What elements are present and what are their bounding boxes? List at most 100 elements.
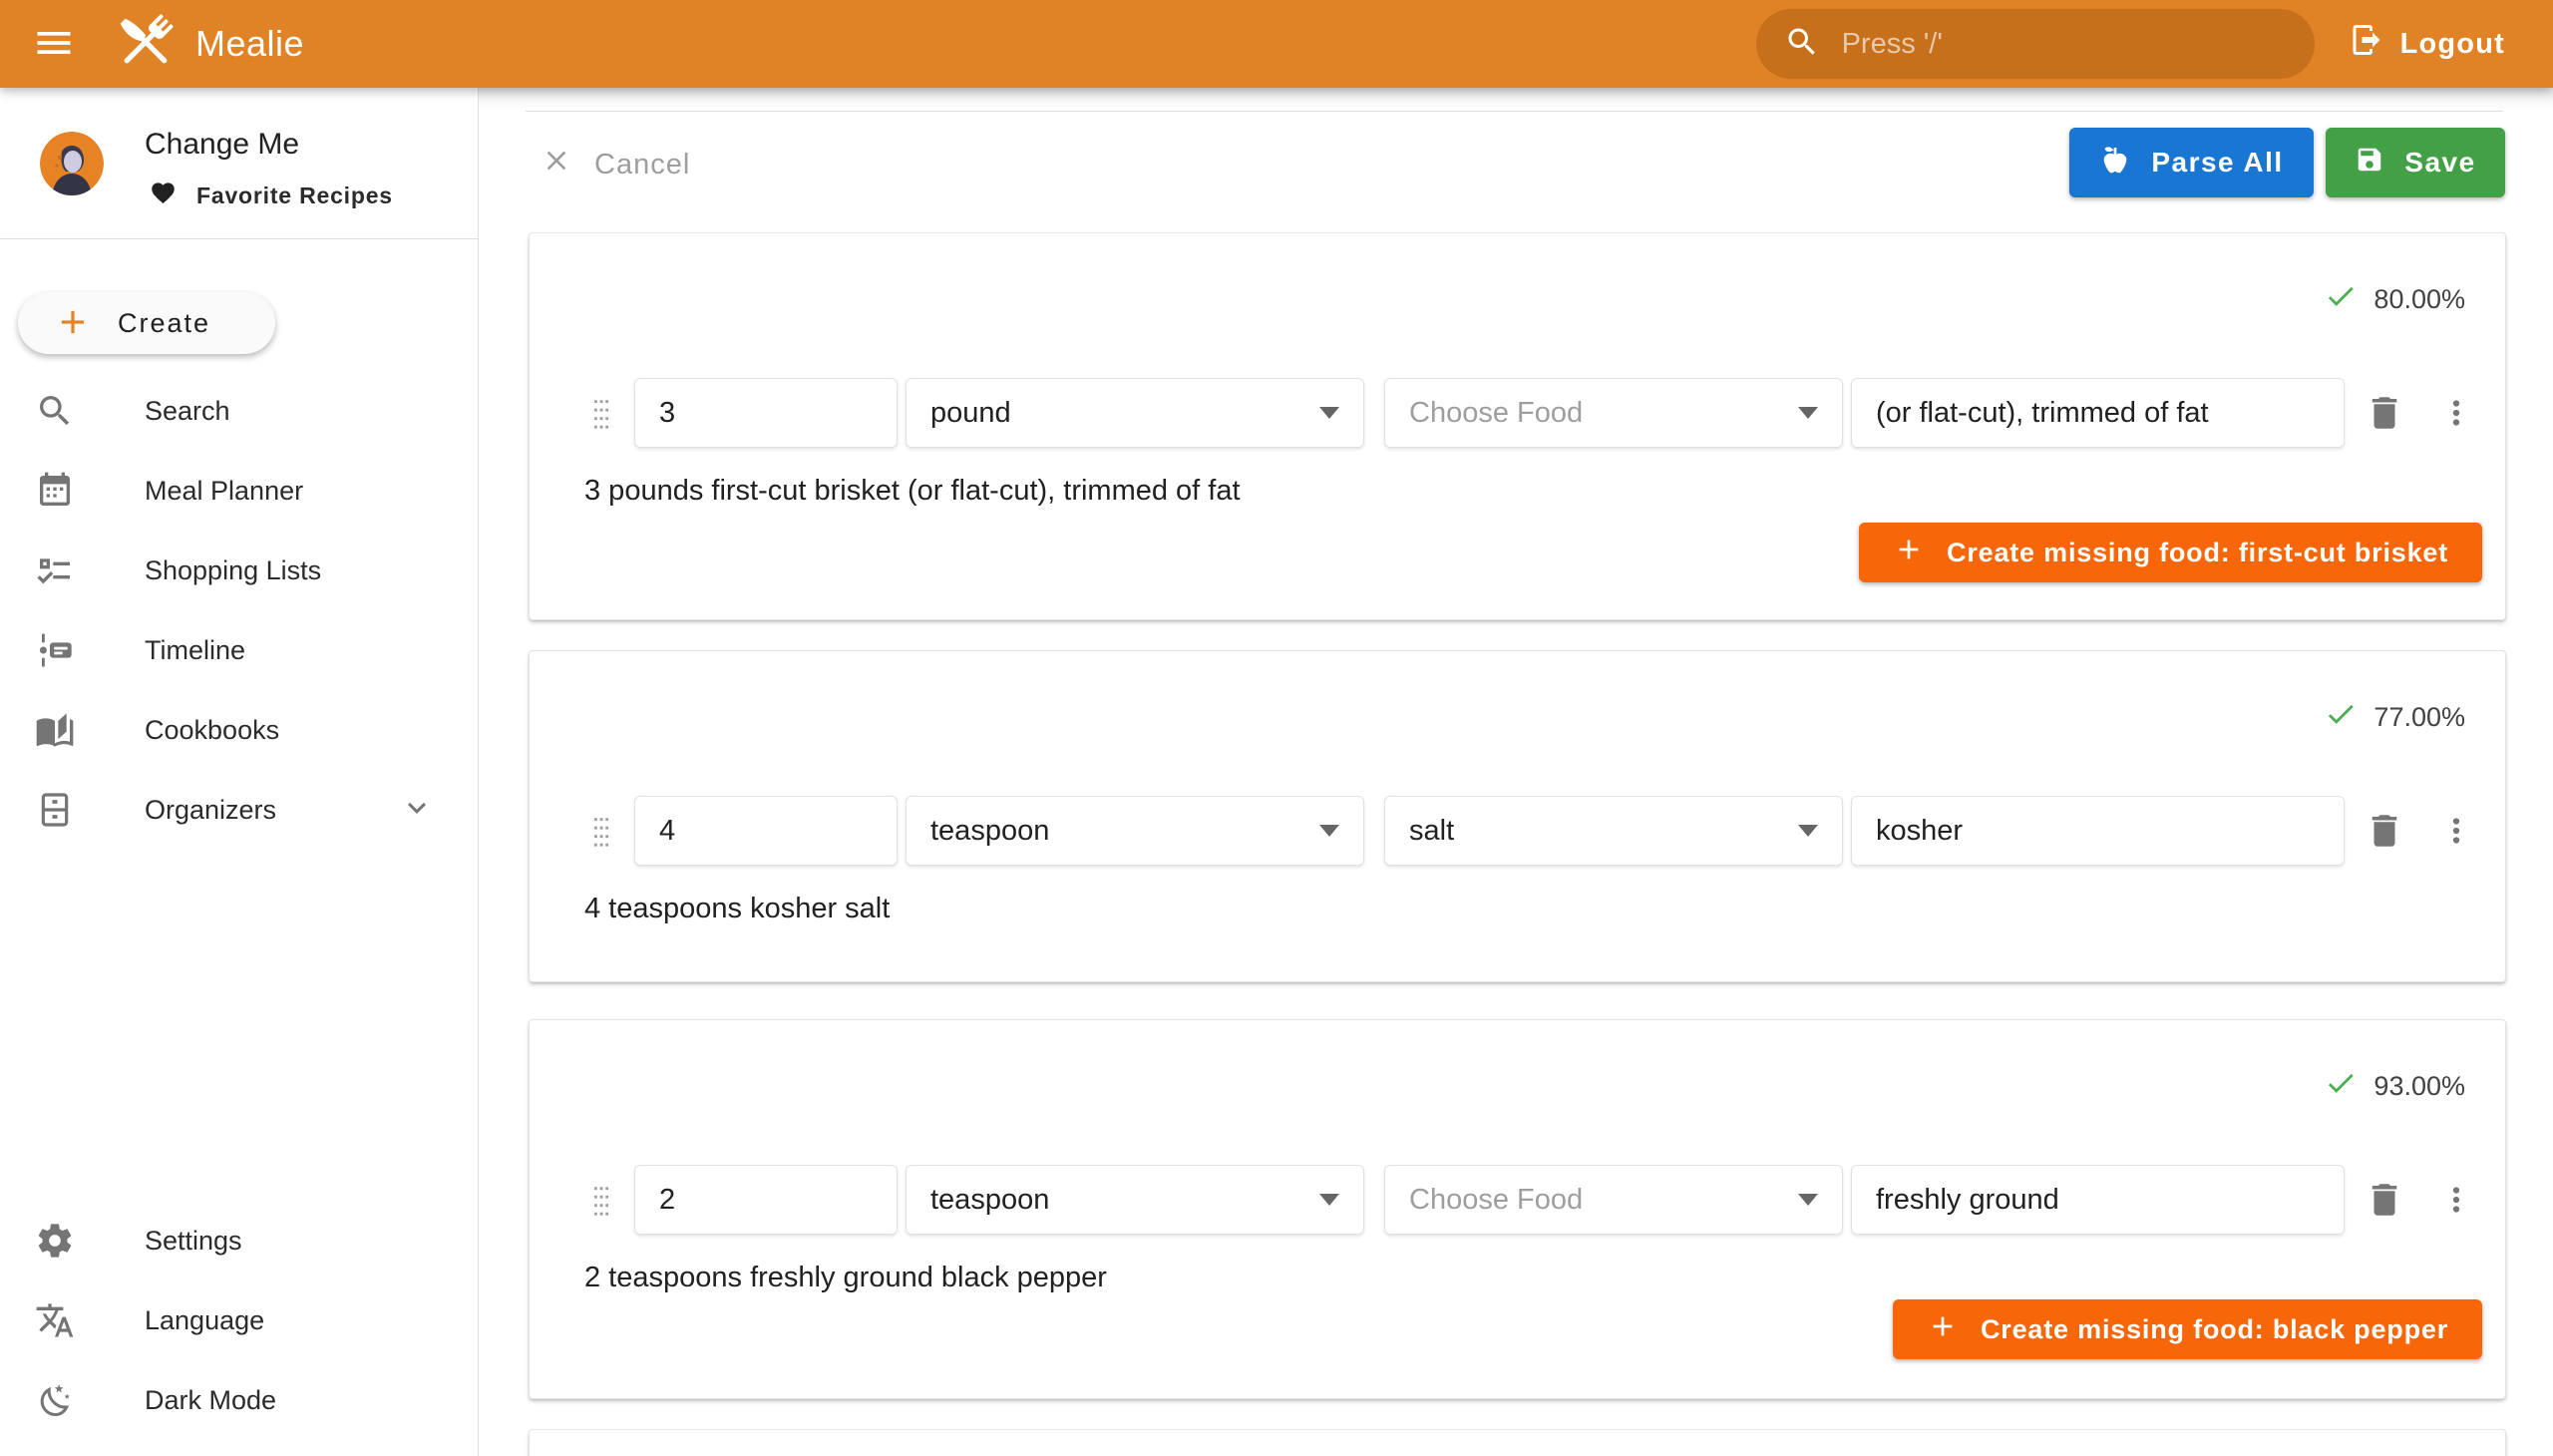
note-input[interactable] (1851, 1165, 2345, 1235)
food-select[interactable]: Choose Food (1384, 378, 1843, 448)
unit-select[interactable]: teaspoon (906, 1165, 1364, 1235)
sidebar-item-label: Cookbooks (145, 715, 279, 746)
logout-icon (2349, 22, 2384, 66)
original-ingredient-text: 3 pounds first-cut brisket (or flat-cut)… (584, 471, 1241, 511)
create-button[interactable]: Create (18, 292, 275, 354)
sidebar-item-settings[interactable]: Settings (0, 1201, 478, 1280)
mealie-logo[interactable] (110, 8, 182, 80)
confidence-value: 77.00% (2373, 702, 2465, 733)
delete-button[interactable] (2359, 807, 2410, 855)
drag-handle[interactable] (581, 391, 621, 435)
drag-handle[interactable] (581, 1178, 621, 1222)
note-input[interactable] (1851, 796, 2345, 866)
create-label: Create (118, 308, 210, 339)
food-placeholder: Choose Food (1409, 397, 1583, 430)
cabinet-icon (34, 789, 76, 831)
ingredient-fields-row: pound Choose Food (530, 378, 2505, 448)
sidebar-item-meal-planner[interactable]: Meal Planner (0, 451, 478, 531)
food-select[interactable]: Choose Food (1384, 1165, 1843, 1235)
sidebar-item-label: Search (145, 396, 230, 427)
sidebar-item-language[interactable]: Language (0, 1280, 478, 1360)
more-options-button[interactable] (2432, 809, 2480, 853)
dropdown-arrow-icon (1319, 1194, 1339, 1206)
avatar[interactable] (40, 132, 104, 195)
search-bar[interactable] (1756, 9, 2315, 79)
confidence-indicator: 80.00% (2324, 279, 2465, 319)
favorite-recipes-link[interactable]: Favorite Recipes (150, 180, 393, 211)
unit-select[interactable]: pound (906, 378, 1364, 448)
create-missing-food-label: Create missing food: first-cut brisket (1947, 538, 2448, 568)
sidebar-nav: Search Meal Planner Shopping Lists (0, 371, 478, 850)
quantity-input[interactable] (634, 378, 898, 448)
unit-value: teaspoon (930, 1184, 1049, 1217)
note-input[interactable] (1851, 378, 2345, 448)
app-title[interactable]: Mealie (195, 23, 304, 65)
app-window: Mealie Logout (0, 0, 2553, 1456)
food-select[interactable]: salt (1384, 796, 1843, 866)
parse-all-button[interactable]: Parse All (2069, 128, 2314, 197)
food-placeholder: Choose Food (1409, 1184, 1583, 1217)
sidebar-bottom-nav: Settings Language Dark Mode (0, 1201, 478, 1440)
dropdown-arrow-icon (1798, 825, 1818, 837)
logout-label: Logout (2400, 28, 2505, 61)
checklist-icon (34, 549, 76, 591)
main-content: Cancel Parse All Save 80.00% (479, 88, 2553, 1456)
timeline-icon (34, 629, 76, 671)
confidence-indicator: 77.00% (2324, 697, 2465, 737)
menu-button[interactable] (26, 16, 82, 72)
create-missing-food-button[interactable]: Create missing food: first-cut brisket (1859, 523, 2482, 582)
check-icon (2324, 1066, 2358, 1107)
save-label: Save (2404, 147, 2475, 179)
sidebar-item-shopping-lists[interactable]: Shopping Lists (0, 531, 478, 610)
more-options-button[interactable] (2432, 1178, 2480, 1222)
search-icon (34, 390, 76, 432)
ingredient-fields-row: teaspoon salt (530, 796, 2505, 866)
confidence-indicator: 93.00% (2324, 1066, 2465, 1106)
quantity-input[interactable] (634, 1165, 898, 1235)
delete-button[interactable] (2359, 389, 2410, 437)
moon-icon (34, 1379, 76, 1421)
logout-button[interactable]: Logout (2349, 22, 2505, 66)
silverware-icon (111, 7, 181, 82)
sidebar-item-cookbooks[interactable]: Cookbooks (0, 690, 478, 770)
create-missing-food-label: Create missing food: black pepper (1981, 1314, 2448, 1345)
quantity-input[interactable] (634, 796, 898, 866)
sidebar-item-label: Settings (145, 1226, 242, 1257)
original-ingredient-text: 4 teaspoons kosher salt (584, 889, 890, 928)
gear-icon (34, 1220, 76, 1262)
ingredient-card-partial (529, 1429, 2506, 1456)
sidebar-item-label: Timeline (145, 635, 245, 666)
sidebar-item-label: Shopping Lists (145, 555, 321, 586)
more-options-button[interactable] (2432, 391, 2480, 435)
user-section: Change Me Favorite Recipes (0, 88, 478, 239)
unit-value: teaspoon (930, 815, 1049, 848)
check-icon (2324, 697, 2358, 738)
cancel-button[interactable]: Cancel (541, 144, 690, 185)
search-icon (1784, 24, 1820, 65)
sidebar-item-label: Dark Mode (145, 1385, 276, 1416)
search-input[interactable] (1842, 28, 2287, 61)
unit-select[interactable]: teaspoon (906, 796, 1364, 866)
ingredient-card: 80.00% pound Choose Food (529, 232, 2506, 620)
dropdown-arrow-icon (1798, 1194, 1818, 1206)
sidebar-item-timeline[interactable]: Timeline (0, 610, 478, 690)
sidebar-item-dark-mode[interactable]: Dark Mode (0, 1360, 478, 1440)
apple-icon (2099, 144, 2131, 182)
sidebar-item-organizers[interactable]: Organizers (0, 770, 478, 850)
book-open-icon (34, 709, 76, 751)
sidebar-item-search[interactable]: Search (0, 371, 478, 451)
sidebar-item-label: Meal Planner (145, 476, 303, 507)
app-header: Mealie Logout (0, 0, 2553, 88)
drag-handle[interactable] (581, 809, 621, 853)
sidebar: Change Me Favorite Recipes Create Search (0, 88, 479, 1456)
create-missing-food-button[interactable]: Create missing food: black pepper (1893, 1299, 2482, 1359)
dropdown-arrow-icon (1319, 407, 1339, 419)
confidence-value: 93.00% (2373, 1071, 2465, 1102)
save-button[interactable]: Save (2326, 128, 2505, 197)
delete-button[interactable] (2359, 1176, 2410, 1224)
dropdown-arrow-icon (1798, 407, 1818, 419)
sidebar-item-label: Organizers (145, 795, 276, 826)
chevron-down-icon (399, 790, 435, 831)
original-ingredient-text: 2 teaspoons freshly ground black pepper (584, 1258, 1107, 1297)
ingredient-fields-row: teaspoon Choose Food (530, 1165, 2505, 1235)
